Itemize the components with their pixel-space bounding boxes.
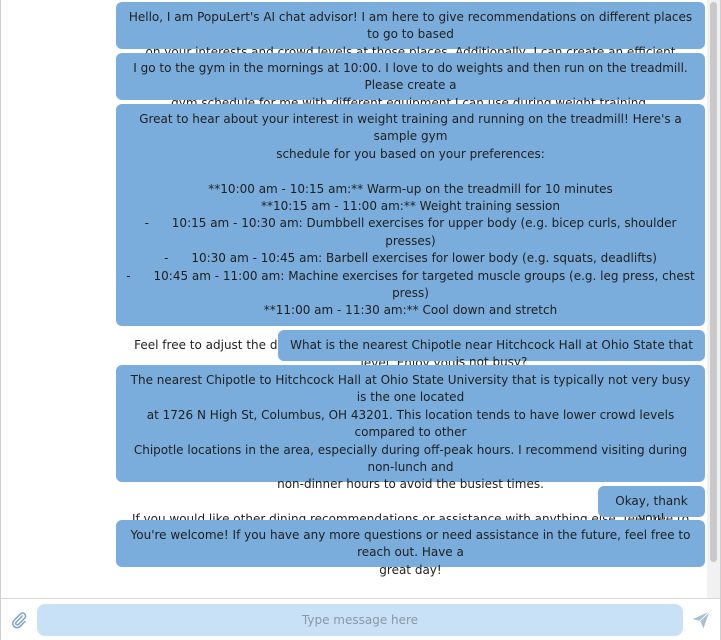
message-composer — [1, 598, 720, 640]
send-icon[interactable] — [691, 610, 711, 630]
chat-area: Hello, I am PopuLert's AI chat advisor! … — [1, 0, 707, 598]
user-message: What is the nearest Chipotle near Hitchc… — [278, 330, 705, 369]
message-input[interactable] — [37, 604, 683, 636]
bot-message: Hello, I am PopuLert's AI chat advisor! … — [116, 2, 705, 76]
paperclip-icon[interactable] — [10, 611, 28, 629]
scrollbar-thumb[interactable] — [710, 2, 717, 562]
user-message: Okay, thank you! — [598, 486, 705, 525]
user-message: I go to the gym in the mornings at 10:00… — [116, 53, 705, 110]
bot-message: The nearest Chipotle to Hitchcock Hall a… — [116, 365, 705, 544]
bot-message: Great to hear about your interest in wei… — [116, 104, 705, 387]
bot-message: You're welcome! If you have any more que… — [116, 520, 705, 577]
chat-scrollbar[interactable] — [707, 0, 720, 598]
